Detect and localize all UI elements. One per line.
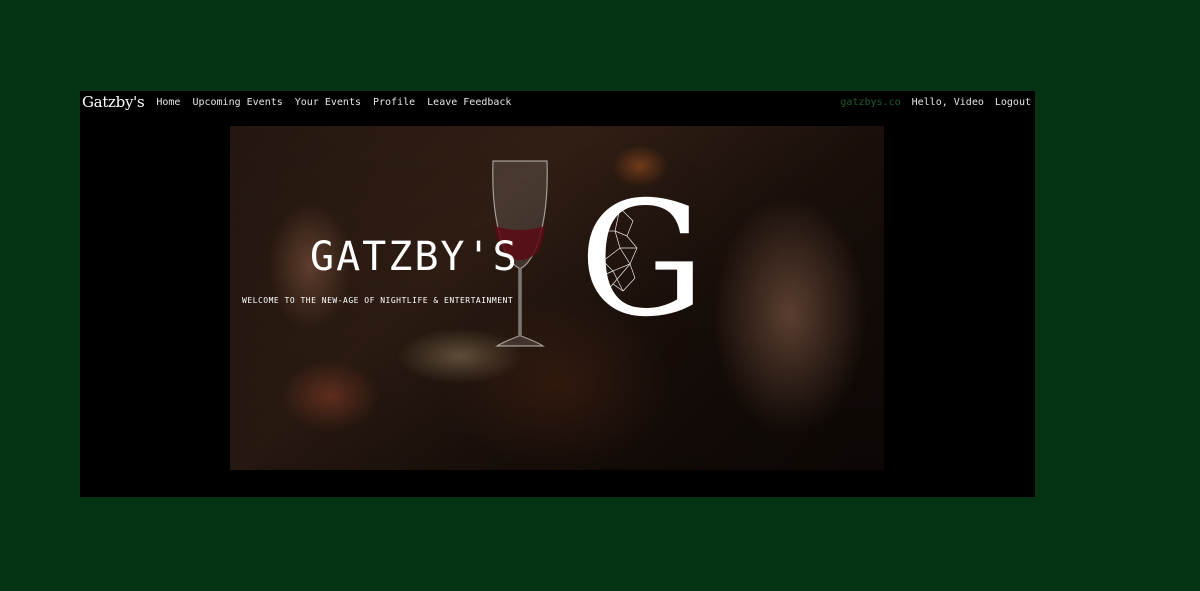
navbar: Gatzby's Home Upcoming Events Your Event… bbox=[80, 91, 1035, 113]
hero-title: GATZBY'S bbox=[310, 234, 519, 280]
site-link[interactable]: gatzbys.co bbox=[840, 97, 900, 108]
nav-right-group: gatzbys.co Hello, Video Logout bbox=[840, 97, 1035, 108]
nav-profile[interactable]: Profile bbox=[373, 97, 415, 108]
nav-your-events[interactable]: Your Events bbox=[295, 97, 361, 108]
browser-content-frame: Gatzby's Home Upcoming Events Your Event… bbox=[80, 91, 1035, 497]
gatzbys-g-logo: G bbox=[579, 186, 705, 336]
nav-home[interactable]: Home bbox=[156, 97, 180, 108]
user-greeting[interactable]: Hello, Video bbox=[912, 97, 984, 108]
logout-link[interactable]: Logout bbox=[995, 97, 1031, 108]
hero-banner: GATZBY'S WELCOME TO THE NEW-AGE OF NIGHT… bbox=[230, 126, 884, 470]
brand-logo[interactable]: Gatzby's bbox=[82, 93, 145, 111]
nav-leave-feedback[interactable]: Leave Feedback bbox=[427, 97, 511, 108]
nav-upcoming-events[interactable]: Upcoming Events bbox=[192, 97, 282, 108]
logo-letter: G bbox=[579, 186, 705, 336]
hero-subtitle: WELCOME TO THE NEW-AGE OF NIGHTLIFE & EN… bbox=[242, 296, 514, 305]
